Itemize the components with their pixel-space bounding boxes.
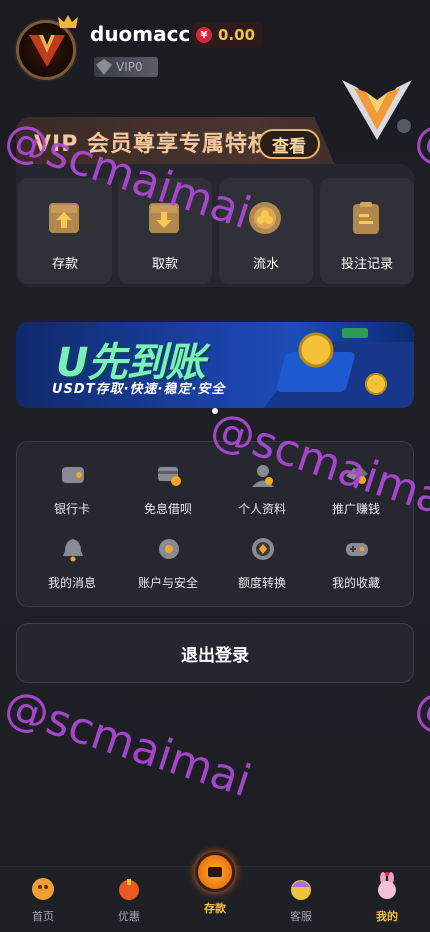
- username: duomacc: [90, 22, 191, 46]
- gift-icon: [119, 879, 139, 900]
- service-interest-free-loan[interactable]: 免息借呗: [118, 462, 218, 522]
- service-label: 额度转换: [237, 576, 286, 590]
- service-promote-earn[interactable]: 推广赚钱: [306, 462, 406, 522]
- deposit-icon: [49, 203, 79, 233]
- vip-level-label: VIP0: [116, 60, 143, 74]
- withdraw-icon: [149, 203, 179, 233]
- home-icon: [32, 878, 54, 900]
- service-my-favorites[interactable]: 我的收藏: [306, 536, 406, 596]
- logout-button[interactable]: 退出登录: [16, 623, 414, 683]
- profile-icon: [252, 465, 274, 487]
- tab-promotions[interactable]: 优惠: [86, 867, 172, 932]
- crown-icon: [58, 15, 78, 28]
- support-icon: [291, 880, 311, 900]
- quick-action-withdraw[interactable]: 取款: [118, 178, 212, 284]
- service-label: 我的消息: [47, 576, 96, 590]
- tab-label: 首页: [32, 910, 54, 923]
- service-label: 推广赚钱: [331, 502, 380, 516]
- quick-action-label: 存款: [51, 257, 78, 272]
- quick-action-label: 流水: [252, 257, 279, 272]
- service-label: 银行卡: [53, 502, 90, 516]
- bunny-icon: [378, 872, 396, 899]
- tab-deposit-label: 存款: [204, 902, 226, 915]
- vip-privilege-banner[interactable]: VIP 会员尊享专属特权: [16, 117, 414, 164]
- tab-label: 优惠: [118, 910, 140, 923]
- diamond-icon: [96, 59, 112, 75]
- coin-icon: ¥: [196, 27, 212, 43]
- balance-value: 0.00: [218, 26, 256, 44]
- promo-subtitle: USDT存取·快速·稳定·安全: [52, 382, 226, 397]
- wallet-icon: [62, 467, 84, 483]
- vip-level-badge[interactable]: VIP0: [94, 57, 158, 77]
- gear-icon: [159, 539, 179, 559]
- watermark-text: @scmaimai: [0, 679, 257, 808]
- service-label: 个人资料: [237, 502, 286, 516]
- tab-label: 客服: [290, 910, 312, 923]
- tab-home[interactable]: 首页: [0, 867, 86, 932]
- exchange-icon: [252, 538, 274, 560]
- tab-support[interactable]: 客服: [258, 867, 344, 932]
- quick-action-label: 取款: [151, 257, 178, 272]
- service-my-messages[interactable]: 我的消息: [22, 536, 122, 596]
- service-label: 账户与安全: [137, 576, 198, 590]
- tab-mine[interactable]: 我的: [344, 867, 430, 932]
- card-loan-icon: [158, 467, 181, 486]
- quick-action-label: 投注记录: [340, 257, 393, 272]
- bell-icon: [63, 539, 83, 562]
- v-logo-icon: [29, 35, 65, 67]
- tab-deposit[interactable]: [195, 852, 235, 892]
- usdt-promo-banner[interactable]: U先到账 USDT存取·快速·稳定·安全: [16, 322, 414, 408]
- service-profile[interactable]: 个人资料: [212, 462, 312, 522]
- vip-view-button[interactable]: 查看: [258, 129, 320, 159]
- vip-banner-title: VIP 会员尊享专属特权: [34, 132, 271, 157]
- app-root: duomacc ¥ 0.00 VIP0 VIP 会员尊享专属特权 查看 存款 取…: [0, 0, 430, 932]
- turnover-icon: [249, 202, 281, 234]
- quick-action-deposit[interactable]: 存款: [18, 178, 112, 284]
- promo-illustration: [264, 328, 414, 408]
- tab-label: 我的: [376, 910, 398, 923]
- service-credit-exchange[interactable]: 额度转换: [212, 536, 312, 596]
- service-bank-card[interactable]: 银行卡: [22, 462, 122, 522]
- service-label: 我的收藏: [331, 576, 380, 590]
- service-label: 免息借呗: [143, 502, 192, 516]
- quick-action-turnover[interactable]: 流水: [219, 178, 313, 284]
- gamepad-icon: [346, 543, 368, 556]
- carousel-indicator[interactable]: [212, 408, 218, 414]
- bet-record-icon: [353, 202, 379, 234]
- balance-badge[interactable]: ¥ 0.00: [192, 22, 264, 48]
- quick-action-bet-record[interactable]: 投注记录: [320, 178, 414, 284]
- watermark-text: @scmaimai: [408, 679, 430, 808]
- service-account-security[interactable]: 账户与安全: [118, 536, 218, 596]
- wallet-icon: [208, 867, 222, 877]
- handshake-icon: [346, 466, 368, 484]
